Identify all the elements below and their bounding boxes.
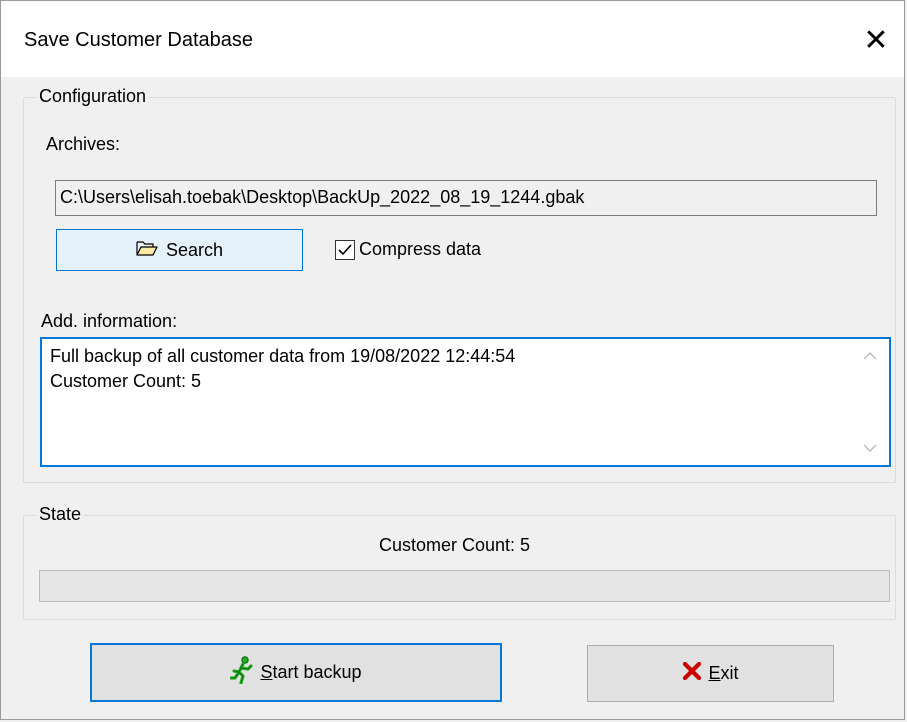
add-information-label: Add. information: <box>41 311 178 331</box>
start-backup-label: Start backup <box>260 662 362 682</box>
exit-label: Exit <box>708 663 739 683</box>
start-backup-button[interactable]: Start backup <box>90 643 502 702</box>
search-button-label: Search <box>165 239 224 260</box>
configuration-group-label: Configuration <box>36 86 150 107</box>
compress-data-checkbox[interactable]: Compress data <box>335 239 481 260</box>
title-bar[interactable]: Save Customer Database ✕ <box>1 1 904 77</box>
archive-path-field[interactable]: C:\Users\elisah.toebak\Desktop\BackUp_20… <box>55 180 877 216</box>
checkmark-icon <box>338 243 352 255</box>
scroll-down-icon[interactable] <box>853 433 887 463</box>
state-group: State <box>23 504 896 620</box>
memo-line: Customer Count: 5 <box>50 371 202 391</box>
status-text: Customer Count: 5 <box>378 535 531 555</box>
state-group-label: State <box>36 504 85 525</box>
archives-label: Archives: <box>46 134 121 154</box>
exit-button[interactable]: Exit <box>587 645 834 702</box>
memo-scrollbar[interactable] <box>853 341 887 463</box>
checkbox-box[interactable] <box>335 239 355 260</box>
scroll-up-icon[interactable] <box>853 341 887 371</box>
close-icon: ✕ <box>863 24 889 57</box>
progress-bar <box>39 570 890 602</box>
memo-line: Full backup of all customer data from 19… <box>50 346 516 366</box>
compress-data-label: Compress data <box>359 239 482 259</box>
red-x-icon <box>682 661 702 686</box>
additional-information-textarea[interactable]: Full backup of all customer data from 19… <box>40 337 891 467</box>
folder-open-icon <box>136 240 158 261</box>
save-customer-database-dialog: Save Customer Database ✕ Configuration A… <box>0 0 905 720</box>
close-button[interactable]: ✕ <box>854 19 898 63</box>
search-button[interactable]: Search <box>56 229 303 271</box>
window-title: Save Customer Database <box>24 29 254 51</box>
running-man-icon <box>229 656 254 689</box>
